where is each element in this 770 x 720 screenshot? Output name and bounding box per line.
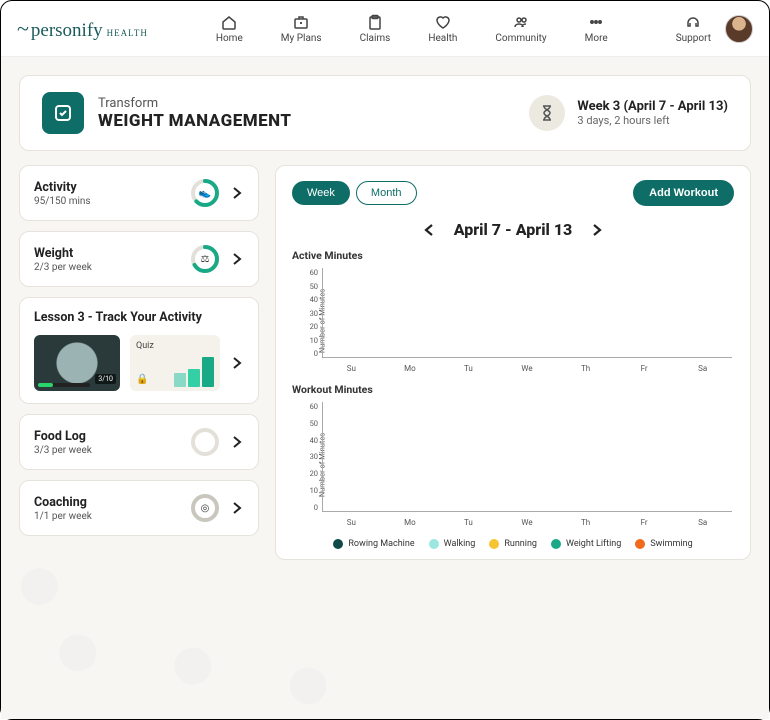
- chevron-right-icon: [230, 186, 244, 200]
- quiz-label: Quiz: [136, 341, 214, 351]
- chart2-title: Workout Minutes: [292, 383, 734, 396]
- card-title: Coaching: [34, 495, 92, 510]
- card-activity[interactable]: Activity 95/150 mins 👟: [19, 165, 259, 221]
- nav-more[interactable]: More: [585, 14, 608, 44]
- headset-icon: [685, 14, 701, 30]
- chart1-title: Active Minutes: [292, 249, 734, 262]
- lesson-video-thumbnail[interactable]: 3/10: [34, 335, 120, 391]
- card-weight[interactable]: Weight 2/3 per week ⚖: [19, 231, 259, 287]
- nav-label: Health: [428, 33, 457, 44]
- user-avatar[interactable]: [725, 15, 753, 43]
- lesson-progress-count: 3/10: [95, 374, 116, 384]
- progress-ring-coaching: ◎: [190, 493, 220, 523]
- progress-ring-weight: ⚖: [190, 244, 220, 274]
- clipboard-icon: [367, 14, 383, 30]
- quiz-chart-icon: [174, 357, 214, 387]
- card-sub: 1/1 per week: [34, 511, 92, 522]
- shoe-icon: 👟: [190, 178, 220, 208]
- target-icon: ◎: [190, 493, 220, 523]
- nav-items: Home My Plans Claims Health Community Mo…: [148, 14, 676, 44]
- lesson-title: Lesson 3 - Track Your Activity: [34, 310, 202, 325]
- add-workout-button[interactable]: Add Workout: [633, 180, 734, 206]
- chart-active-minutes: Number of Minutes 6050403020100 SuMoTuWe…: [292, 268, 734, 373]
- program-hero: Transform WEIGHT MANAGEMENT Week 3 (Apri…: [19, 75, 751, 151]
- main-panel: Week Month Add Workout April 7 - April 1…: [275, 165, 751, 560]
- users-icon: [513, 14, 529, 30]
- nav-label: Claims: [360, 33, 391, 44]
- nav-community[interactable]: Community: [495, 14, 546, 44]
- chevron-right-icon: [230, 356, 244, 370]
- scale-icon: ⚖: [190, 244, 220, 274]
- nav-support[interactable]: Support: [676, 14, 711, 44]
- card-sub: 95/150 mins: [34, 196, 91, 207]
- nav-claims[interactable]: Claims: [360, 14, 391, 44]
- card-title: Weight: [34, 246, 92, 261]
- chevron-right-icon: [230, 435, 244, 449]
- tab-week[interactable]: Week: [292, 181, 350, 205]
- nav-label: Support: [676, 33, 711, 44]
- week-label: Week 3 (April 7 - April 13): [577, 99, 728, 114]
- tab-month[interactable]: Month: [356, 181, 417, 205]
- side-column: Activity 95/150 mins 👟 Weight 2/3 per we…: [19, 165, 259, 560]
- nav-label: Home: [216, 33, 243, 44]
- program-icon: [42, 92, 84, 134]
- chevron-right-icon: [230, 252, 244, 266]
- card-sub: 3/3 per week: [34, 445, 92, 456]
- program-title: WEIGHT MANAGEMENT: [98, 111, 292, 131]
- nav-label: Community: [495, 33, 546, 44]
- briefcase-icon: [293, 14, 309, 30]
- nav-label: More: [585, 33, 608, 44]
- progress-ring-activity: 👟: [190, 178, 220, 208]
- home-icon: [221, 14, 237, 30]
- chevron-right-icon: [230, 501, 244, 515]
- lesson-quiz-block[interactable]: Quiz 🔒: [130, 335, 220, 391]
- progress-ring-food: [190, 427, 220, 457]
- chart-workout-minutes: Number of Minutes 6050403020100 SuMoTuWe…: [292, 402, 734, 527]
- nav-my-plans[interactable]: My Plans: [281, 14, 322, 44]
- card-lesson[interactable]: Lesson 3 - Track Your Activity 3/10 Quiz…: [19, 297, 259, 404]
- time-left: 3 days, 2 hours left: [577, 114, 728, 127]
- card-coaching[interactable]: Coaching 1/1 per week ◎: [19, 480, 259, 536]
- card-sub: 2/3 per week: [34, 262, 92, 273]
- prev-week-button[interactable]: [422, 223, 436, 237]
- card-title: Food Log: [34, 429, 92, 444]
- nav-label: My Plans: [281, 33, 322, 44]
- card-food-log[interactable]: Food Log 3/3 per week: [19, 414, 259, 470]
- program-kicker: Transform: [98, 96, 292, 111]
- nav-health[interactable]: Health: [428, 14, 457, 44]
- top-nav: ~personify HEALTH Home My Plans Claims H…: [1, 1, 769, 57]
- card-title: Activity: [34, 180, 91, 195]
- date-range: April 7 - April 13: [454, 220, 573, 239]
- next-week-button[interactable]: [590, 223, 604, 237]
- dots-icon: [588, 14, 604, 30]
- hourglass-icon: [529, 95, 565, 131]
- nav-home[interactable]: Home: [216, 14, 243, 44]
- range-segmented: Week Month: [292, 181, 417, 205]
- chart-legend: Rowing MachineWalkingRunningWeight Lifti…: [292, 539, 734, 549]
- heart-icon: [435, 14, 451, 30]
- brand-logo: ~personify HEALTH: [17, 16, 148, 42]
